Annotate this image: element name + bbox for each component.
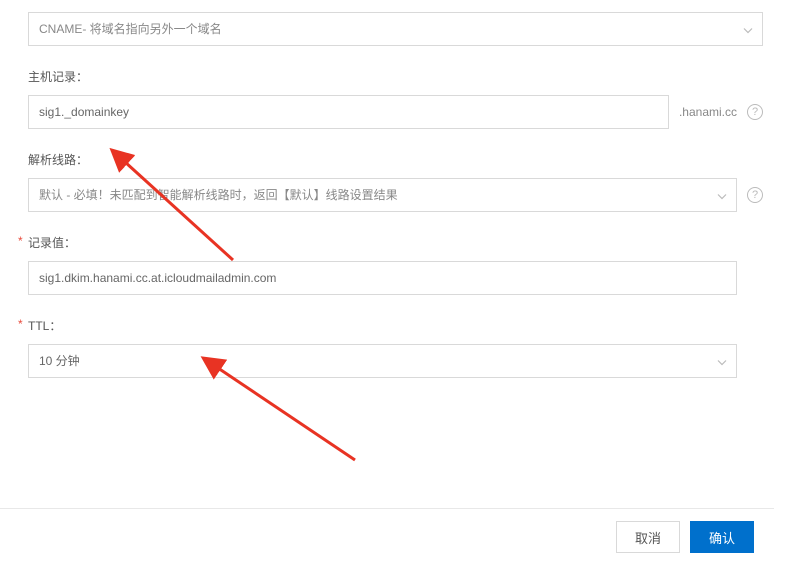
record-value-input[interactable]: [28, 261, 737, 295]
host-group: 主机记录： .hanami.cc ?: [28, 68, 763, 129]
record-type-group: CNAME- 将域名指向另外一个域名: [28, 12, 763, 46]
route-placeholder: 默认 - 必填！未匹配到智能解析线路时，返回【默认】线路设置结果: [28, 178, 737, 212]
dns-record-form: CNAME- 将域名指向另外一个域名 主机记录： .hanami.cc ? 解析…: [0, 0, 791, 378]
ok-button[interactable]: 确认: [690, 521, 754, 553]
ttl-value: 10 分钟: [28, 344, 737, 378]
help-icon[interactable]: ?: [747, 104, 763, 120]
help-spacer: [747, 270, 763, 286]
ttl-group: TTL： 10 分钟: [28, 317, 763, 378]
route-label: 解析线路：: [28, 151, 763, 168]
route-group: 解析线路： 默认 - 必填！未匹配到智能解析线路时，返回【默认】线路设置结果 ?: [28, 151, 763, 212]
dialog-footer: 取消 确认: [0, 508, 774, 565]
record-value-label: 记录值：: [28, 234, 763, 251]
record-value-group: 记录值：: [28, 234, 763, 295]
host-label: 主机记录：: [28, 68, 763, 85]
help-spacer: [747, 353, 763, 369]
ttl-select[interactable]: 10 分钟: [28, 344, 737, 378]
cancel-button[interactable]: 取消: [616, 521, 680, 553]
route-select[interactable]: 默认 - 必填！未匹配到智能解析线路时，返回【默认】线路设置结果: [28, 178, 737, 212]
record-type-value: CNAME- 将域名指向另外一个域名: [28, 12, 763, 46]
host-suffix: .hanami.cc: [679, 105, 737, 119]
help-icon[interactable]: ?: [747, 187, 763, 203]
host-input[interactable]: [28, 95, 669, 129]
record-type-select[interactable]: CNAME- 将域名指向另外一个域名: [28, 12, 763, 46]
ttl-label: TTL：: [28, 317, 763, 334]
